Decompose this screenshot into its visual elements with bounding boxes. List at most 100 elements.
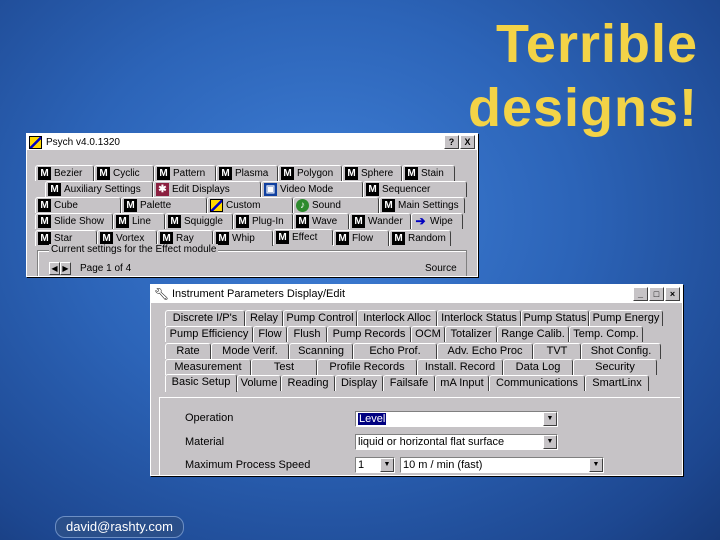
m-icon: M <box>38 167 51 180</box>
tab-palette[interactable]: M Palette <box>121 197 207 213</box>
chevron-down-icon[interactable]: ▼ <box>380 458 394 472</box>
chevron-down-icon[interactable]: ▼ <box>589 458 603 472</box>
tab-tvt[interactable]: TVT <box>533 343 581 359</box>
tab-video-mode[interactable]: ▣ Video Mode <box>261 181 363 197</box>
tab-custom[interactable]: .Custom <box>207 197 293 213</box>
close-button[interactable]: X <box>460 135 475 149</box>
tab-rate[interactable]: Rate <box>165 343 211 359</box>
operation-select[interactable]: Level ▼ <box>355 411 558 427</box>
tab-polygon[interactable]: M Polygon <box>278 165 342 181</box>
tab-relay[interactable]: Relay <box>245 310 283 326</box>
tab-label: Sphere <box>361 168 394 179</box>
tab-pattern[interactable]: M Pattern <box>154 165 216 181</box>
tab-communications[interactable]: Communications <box>489 375 585 391</box>
tab-reading[interactable]: Reading <box>281 375 335 391</box>
m-icon: M <box>405 167 418 180</box>
tab-profile-records[interactable]: Profile Records <box>317 359 417 375</box>
tab-adv-echo-proc[interactable]: Adv. Echo Proc <box>437 343 533 359</box>
m-icon: M <box>366 183 379 196</box>
tab-data-log[interactable]: Data Log <box>503 359 573 375</box>
tab-ocm[interactable]: OCM <box>411 326 445 342</box>
tab-smartlinx[interactable]: SmartLinx <box>585 375 649 391</box>
tab-pump-status[interactable]: Pump Status <box>521 310 589 326</box>
m-icon: M <box>352 215 365 228</box>
instrument-tab-row-1: Discrete I/P's Relay Pump Control Interl… <box>165 310 663 326</box>
tab-pump-control[interactable]: Pump Control <box>283 310 357 326</box>
tab-random[interactable]: M Random <box>389 230 451 246</box>
tab-discrete-ips[interactable]: Discrete I/P's <box>165 310 245 326</box>
tab-label: Sound <box>312 200 341 211</box>
tab-cube[interactable]: M Cube <box>35 197 121 213</box>
material-label: Material <box>185 436 225 448</box>
tab-security[interactable]: Security <box>573 359 657 375</box>
tab-display[interactable]: Display <box>335 375 383 391</box>
max-process-speed-label: Maximum Process Speed <box>185 459 311 471</box>
m-icon: M <box>281 167 294 180</box>
tab-wipe[interactable]: ➔ Wipe <box>411 213 463 229</box>
tab-volume[interactable]: Volume <box>237 375 281 391</box>
tab-plug-in[interactable]: M Plug-In <box>233 213 293 229</box>
tab-temp-comp[interactable]: Temp. Comp. <box>569 326 643 342</box>
tab-squiggle[interactable]: M Squiggle <box>165 213 233 229</box>
chevron-down-icon[interactable]: ▼ <box>543 435 557 449</box>
tab-bezier[interactable]: M Bezier <box>35 165 94 181</box>
tab-flow[interactable]: Flow <box>253 326 287 342</box>
tab-pump-efficiency[interactable]: Pump Efficiency <box>165 326 253 342</box>
tab-ma-input[interactable]: mA Input <box>435 375 489 391</box>
tab-slide-show[interactable]: M Slide Show <box>35 213 113 229</box>
tab-test[interactable]: Test <box>251 359 317 375</box>
next-page-button[interactable]: ▶ <box>60 262 71 275</box>
author-email[interactable]: david@rashty.com <box>55 516 184 538</box>
tab-label: Random <box>408 233 446 244</box>
tab-cyclic[interactable]: M Cyclic <box>94 165 154 181</box>
tab-basic-setup[interactable]: Basic Setup <box>165 374 237 392</box>
tab-whip[interactable]: M Whip <box>213 230 273 246</box>
close-button[interactable]: × <box>665 287 680 301</box>
tab-sequencer[interactable]: M Sequencer <box>363 181 467 197</box>
m-icon: M <box>48 183 61 196</box>
tab-line[interactable]: M Line <box>113 213 165 229</box>
previous-page-button[interactable]: ◀ <box>49 262 60 275</box>
tab-echo-prof[interactable]: Echo Prof. <box>353 343 437 359</box>
tab-pump-records[interactable]: Pump Records <box>327 326 411 342</box>
tab-shot-config[interactable]: Shot Config. <box>581 343 661 359</box>
help-button[interactable]: ? <box>444 135 459 149</box>
tab-plasma[interactable]: M Plasma <box>216 165 278 181</box>
speaker-icon: ♪ <box>296 199 309 212</box>
tab-wave[interactable]: M Wave <box>293 213 349 229</box>
tab-stain[interactable]: M Stain <box>402 165 455 181</box>
psych-title-bar: Psych v4.0.1320 ? X <box>27 134 477 150</box>
tab-sphere[interactable]: M Sphere <box>342 165 402 181</box>
tab-label: Wander <box>368 216 403 227</box>
tab-effect[interactable]: M Effect <box>273 229 333 245</box>
tab-main-settings[interactable]: M Main Settings <box>379 197 465 213</box>
m-icon: M <box>276 231 289 244</box>
tab-wander[interactable]: M Wander <box>349 213 411 229</box>
minimize-button[interactable]: _ <box>633 287 648 301</box>
tab-install-record[interactable]: Install. Record <box>417 359 503 375</box>
max-process-speed-select[interactable]: 1 ▼ <box>355 457 395 473</box>
arrow-right-icon: ➔ <box>415 214 426 228</box>
max-process-speed-unit-select[interactable]: 10 m / min (fast) ▼ <box>400 457 604 473</box>
maximize-button[interactable]: □ <box>649 287 664 301</box>
tab-interlock-status[interactable]: Interlock Status <box>437 310 521 326</box>
tab-flush[interactable]: Flush <box>287 326 327 342</box>
tab-sound[interactable]: ♪ Sound <box>293 197 379 213</box>
tab-auxiliary-settings[interactable]: M Auxiliary Settings <box>45 181 153 197</box>
tab-mode-verif[interactable]: Mode Verif. <box>211 343 289 359</box>
material-select[interactable]: liquid or horizontal flat surface ▼ <box>355 434 558 450</box>
tab-flow[interactable]: M Flow <box>333 230 389 246</box>
tab-edit-displays[interactable]: ✱ Edit Displays <box>153 181 261 197</box>
m-icon: M <box>219 167 232 180</box>
tab-totalizer[interactable]: Totalizer <box>445 326 497 342</box>
tab-interlock-alloc[interactable]: Interlock Alloc <box>357 310 437 326</box>
tab-range-calib[interactable]: Range Calib. <box>497 326 569 342</box>
tab-pump-energy[interactable]: Pump Energy <box>589 310 663 326</box>
tab-failsafe[interactable]: Failsafe <box>383 375 435 391</box>
m-icon: M <box>236 215 249 228</box>
tab-label: Plug-In <box>252 216 284 227</box>
material-value: liquid or horizontal flat surface <box>358 436 505 448</box>
chevron-down-icon[interactable]: ▼ <box>543 412 557 426</box>
tab-scanning[interactable]: Scanning <box>289 343 353 359</box>
tab-measurement[interactable]: Measurement <box>165 359 251 375</box>
